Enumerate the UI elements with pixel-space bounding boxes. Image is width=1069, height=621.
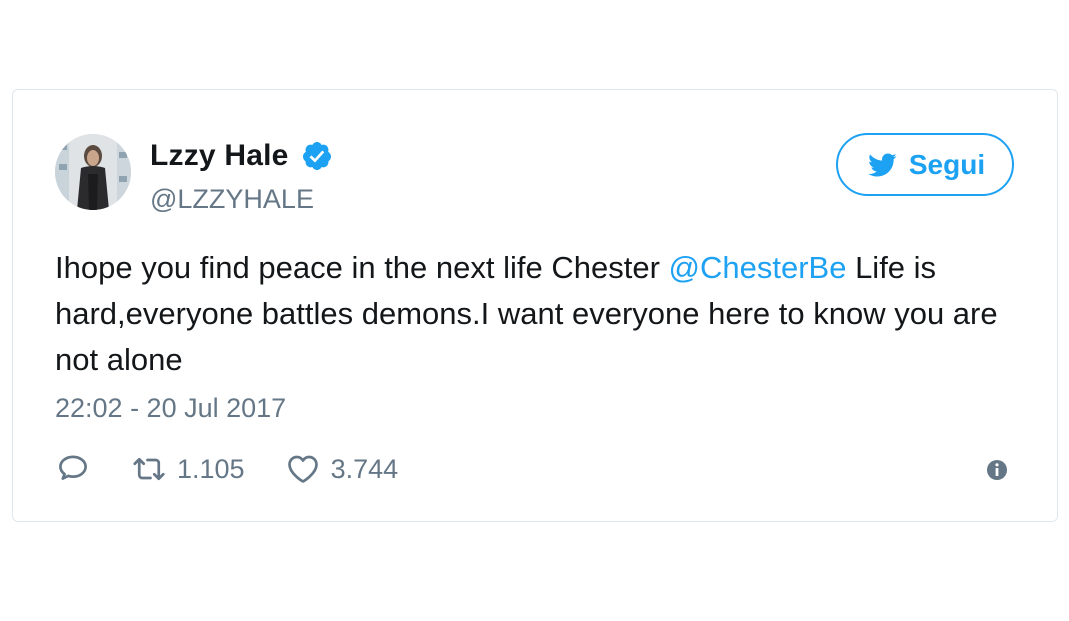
like-count: 3.744: [330, 453, 399, 484]
avatar[interactable]: [55, 134, 131, 210]
retweet-count: 1.105: [177, 453, 245, 484]
avatar-photo: [55, 134, 131, 210]
tweet-text: Ihope you find peace in the next life Ch…: [55, 245, 1035, 383]
follow-button[interactable]: Segui: [836, 133, 1014, 196]
twitter-bird-icon: [865, 150, 899, 180]
reply-button[interactable]: [55, 451, 91, 487]
mention-link[interactable]: @ChesterBe: [669, 250, 847, 285]
heart-icon: [287, 455, 318, 483]
name-row: Lzzy Hale: [150, 136, 333, 176]
like-button[interactable]: 3.744: [285, 451, 399, 487]
author-info: Lzzy Hale @LZZYHALE: [150, 136, 333, 215]
display-name[interactable]: Lzzy Hale: [150, 139, 289, 173]
verified-badge-icon: [301, 140, 333, 172]
info-icon[interactable]: [985, 458, 1009, 482]
retweet-button[interactable]: 1.105: [131, 451, 245, 487]
tweet-actions: 1.105 3.744: [55, 449, 438, 489]
user-handle[interactable]: @LZZYHALE: [150, 184, 333, 215]
tweet-text-part1: Ihope you find peace in the next life Ch…: [55, 250, 669, 285]
tweet-card: Lzzy Hale @LZZYHALE Segui Ihope you find…: [12, 89, 1058, 522]
reply-icon: [59, 455, 87, 480]
tweet-timestamp[interactable]: 22:02 - 20 Jul 2017: [55, 393, 286, 424]
retweet-icon: [133, 457, 165, 481]
follow-button-label: Segui: [908, 148, 986, 180]
